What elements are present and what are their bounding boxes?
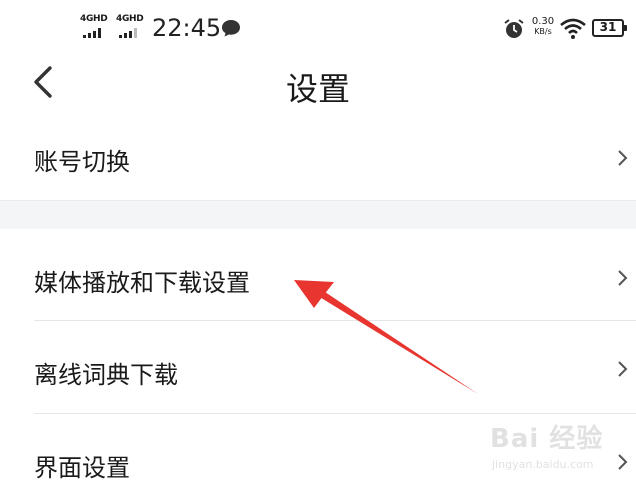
chevron-right-icon bbox=[618, 150, 628, 166]
message-icon bbox=[222, 20, 240, 37]
network-speed: 0.30 KB/s bbox=[529, 17, 557, 37]
wifi-icon bbox=[560, 18, 586, 39]
battery-level: 31 bbox=[599, 20, 617, 34]
clock: 22:45 bbox=[152, 14, 222, 42]
settings-item-label: 离线词典下载 bbox=[34, 361, 178, 389]
status-bar: 4GHD 4GHD 22:45 0.30 KB/s 31 bbox=[0, 0, 636, 58]
navigation-bar: 设置 bbox=[0, 58, 636, 110]
alarm-icon bbox=[504, 19, 524, 38]
network-type-label: 4GHD bbox=[80, 14, 108, 24]
settings-item-offline-dictionary[interactable]: 离线词典下载 bbox=[0, 321, 636, 413]
network-speed-unit: KB/s bbox=[534, 27, 552, 36]
watermark: Bai 经验 jingyan.baidu.com bbox=[490, 418, 620, 480]
settings-item-media-download[interactable]: 媒体播放和下载设置 bbox=[0, 236, 636, 320]
settings-item-label: 账号切换 bbox=[34, 148, 130, 176]
signal-strength-icon: 4GHD bbox=[80, 14, 110, 40]
network-speed-value: 0.30 bbox=[531, 16, 555, 27]
settings-item-label: 界面设置 bbox=[34, 454, 130, 482]
section-spacer bbox=[0, 200, 636, 229]
chevron-right-icon bbox=[618, 270, 628, 286]
signal-strength-icon: 4GHD bbox=[116, 14, 146, 40]
watermark-url: jingyan.baidu.com bbox=[492, 458, 594, 471]
settings-item-account-switch[interactable]: 账号切换 bbox=[0, 128, 636, 188]
battery-icon: 31 bbox=[592, 19, 627, 37]
settings-item-label: 媒体播放和下载设置 bbox=[34, 269, 250, 297]
watermark-logo: Bai 经验 bbox=[490, 424, 604, 454]
network-type-label: 4GHD bbox=[116, 14, 144, 24]
chevron-right-icon bbox=[618, 361, 628, 377]
page-title: 设置 bbox=[285, 70, 350, 108]
